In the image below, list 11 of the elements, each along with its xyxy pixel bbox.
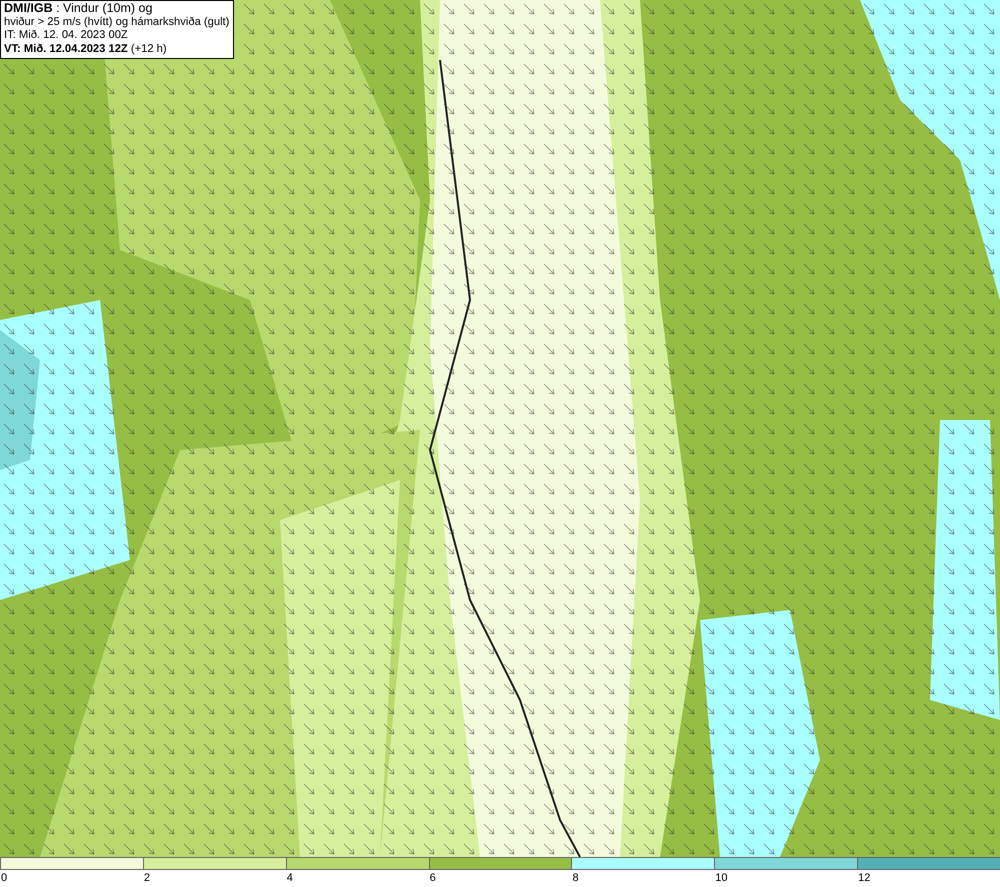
- title-line: DMI/IGB : Vindur (10m) og: [4, 2, 154, 16]
- title-line: IT: Mið. 12. 04. 2023 00Z: [4, 29, 129, 42]
- legend-label: 0: [0, 871, 8, 886]
- legend-label: 4: [286, 871, 293, 886]
- title-line: hviður > 25 m/s (hvítt) og hámarkshviða (gult): [4, 16, 230, 29]
- legend-label: 8: [571, 871, 579, 886]
- legend-label: 6: [428, 871, 436, 886]
- legend-label: 2: [142, 871, 150, 886]
- title-line: VT: Mið. 12.04.2023 12Z (+12 h): [4, 42, 168, 56]
- legend-label: 10: [714, 871, 728, 886]
- legend-label: 12: [857, 871, 870, 886]
